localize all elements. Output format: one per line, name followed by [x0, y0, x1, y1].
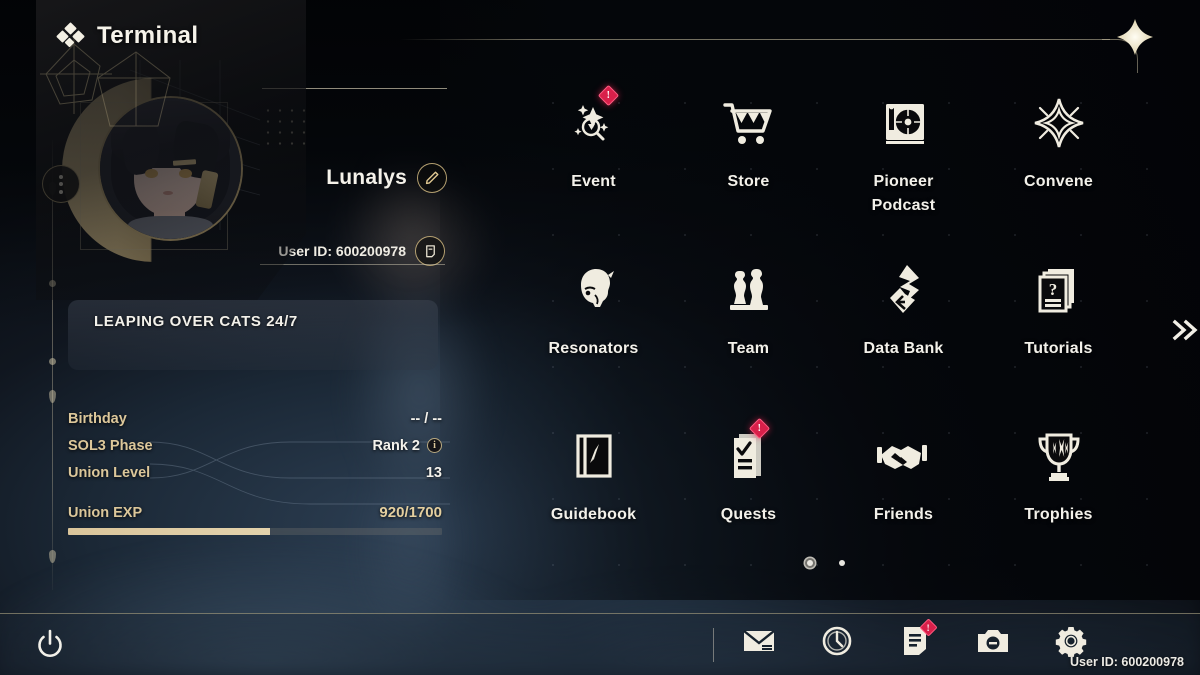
menu-item-data-bank[interactable]: Data Bank [826, 245, 981, 412]
chess-pieces-icon [724, 259, 774, 321]
player-name-row: Lunalys [262, 163, 447, 193]
identity-dot-grid [262, 105, 314, 149]
menu-item-label: Event [571, 173, 616, 190]
double-chevron-right-icon[interactable] [1166, 310, 1200, 350]
bottom-user-id: User ID: 600200978 [1070, 655, 1184, 669]
identity-block: Lunalys User ID: 600200978 [260, 88, 447, 266]
top-header: Terminal [0, 0, 1200, 300]
checklist-icon: ! [725, 418, 773, 487]
mail-icon[interactable] [742, 624, 776, 658]
rail-node-2 [49, 358, 56, 365]
four-point-star-icon [1031, 92, 1087, 154]
bottom-bar: ! User ID: 600200978 [0, 613, 1200, 675]
menu-item-friends[interactable]: Friends [826, 411, 981, 578]
stat-value: 13 [426, 465, 442, 481]
stat-row: SOL3 Phase Rank 2 i [68, 432, 442, 459]
menu-item-label: Tutorials [1024, 339, 1093, 357]
menu-item-tutorials[interactable]: ? Tutorials [981, 245, 1136, 412]
clock-icon[interactable] [820, 624, 854, 658]
stat-label: Birthday [68, 410, 127, 427]
notes-icon[interactable]: ! [898, 618, 938, 658]
stat-label: SOL3 Phase [68, 437, 153, 454]
stat-row: Union Level 13 [68, 459, 442, 486]
menu-item-label: Resonators [548, 339, 639, 357]
bottom-bar-icons: ! [742, 618, 1088, 658]
stat-value-text: -- / -- [410, 410, 442, 427]
stat-value: -- / -- [411, 411, 442, 427]
handshake-icon [875, 425, 933, 487]
menu-item-label: Trophies [1024, 506, 1093, 524]
copy-icon[interactable] [415, 236, 445, 266]
menu-item-label: Convene [1024, 173, 1093, 190]
settings-gear-icon[interactable] [1054, 624, 1088, 658]
turntable-icon [877, 92, 931, 154]
menu-item-trophies[interactable]: Trophies [981, 411, 1136, 578]
close-star-icon[interactable] [1112, 14, 1158, 60]
shopping-cart-icon [719, 92, 779, 154]
menu-item-label: Data Bank [863, 339, 944, 357]
pencil-edit-icon[interactable] [417, 163, 447, 193]
signature-box[interactable]: LEAPING OVER CATS 24/7 [68, 300, 438, 370]
diamond-cluster-icon [56, 22, 85, 48]
question-pages-icon: ? [1034, 259, 1084, 321]
identity-top-rule [262, 88, 447, 89]
union-exp-bar [68, 528, 442, 535]
page-dot-1[interactable] [807, 560, 813, 566]
menu-item-label: Guidebook [550, 506, 637, 524]
header-title-row: Terminal [56, 22, 199, 50]
svg-text:?: ? [1048, 280, 1057, 299]
union-exp-fill [68, 528, 270, 535]
page-indicator [516, 560, 1136, 566]
stat-value-text: 13 [425, 464, 442, 481]
rail-drip-2 [49, 390, 56, 403]
menu-item-event[interactable]: ! Event [516, 78, 671, 245]
bottom-bar-divider [713, 628, 714, 662]
menu-item-guidebook[interactable]: Guidebook [516, 411, 671, 578]
header-divider-line [400, 39, 1110, 40]
more-vertical-icon[interactable] [42, 165, 80, 203]
menu-item-label: Pioneer Podcast [871, 173, 936, 214]
menu-item-label: Store [727, 173, 770, 190]
camera-icon[interactable] [976, 624, 1010, 658]
menu-item-store[interactable]: Store [671, 78, 826, 245]
avatar[interactable] [98, 96, 243, 241]
menu-item-team[interactable]: Team [671, 245, 826, 412]
signature-text: LEAPING OVER CATS 24/7 [94, 313, 298, 330]
menu-item-label: Team [727, 339, 770, 357]
stat-value: Rank 2 i [372, 438, 442, 454]
stat-value-text: Rank 2 [372, 437, 420, 454]
avatar-portrait [100, 98, 241, 239]
stats-panel: Birthday -- / -- SOL3 Phase Rank 2 i Uni… [68, 405, 442, 535]
rail-line [52, 140, 53, 590]
union-exp-block: Union EXP 920/1700 [68, 504, 442, 535]
menu-item-pioneer-podcast[interactable]: Pioneer Podcast [826, 78, 981, 245]
terminal-menu-grid: ! Event Store Pioneer Podcast Convene Reso… [516, 78, 1136, 578]
info-icon[interactable]: i [427, 438, 442, 453]
page-dot-2[interactable] [839, 560, 845, 566]
data-bank-icon [879, 259, 929, 321]
trophy-icon [1033, 425, 1085, 487]
character-head-icon [567, 259, 621, 321]
rail-node-1 [49, 280, 56, 287]
menu-item-resonators[interactable]: Resonators [516, 245, 671, 412]
power-icon[interactable] [33, 628, 67, 662]
union-exp-value: 920/1700 [379, 504, 442, 521]
menu-item-label: Quests [720, 506, 777, 524]
sparkle-event-icon: ! [566, 84, 622, 154]
menu-item-convene[interactable]: Convene [981, 78, 1136, 245]
user-id-text: User ID: 600200978 [278, 243, 406, 259]
rail-drip-3 [49, 550, 56, 563]
identity-bottom-rule [260, 264, 445, 265]
compass-book-icon [569, 425, 619, 487]
page-title: Terminal [97, 22, 199, 49]
union-exp-label: Union EXP [68, 505, 143, 521]
player-name: Lunalys [326, 166, 407, 189]
menu-item-label: Friends [873, 506, 934, 524]
avatar-block[interactable] [58, 68, 258, 283]
stat-label: Union Level [68, 464, 151, 481]
menu-item-quests[interactable]: ! Quests [671, 411, 826, 578]
stat-row: Birthday -- / -- [68, 405, 442, 432]
user-id-row: User ID: 600200978 [260, 236, 445, 266]
